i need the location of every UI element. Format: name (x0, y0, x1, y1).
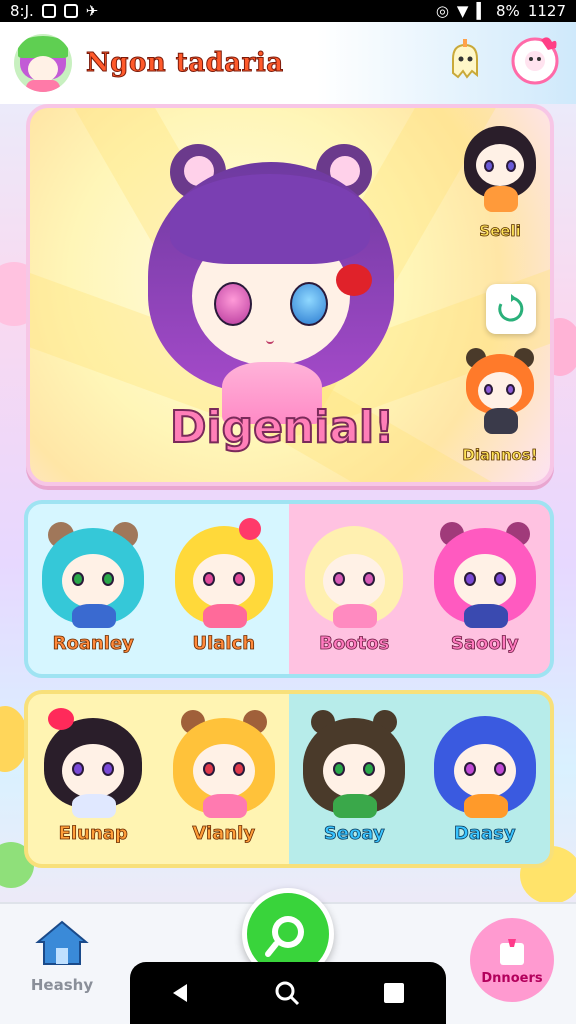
magnifier-icon (265, 916, 304, 957)
character-grid-row-1: Roanley Ulalch Bootos Saooly (24, 500, 554, 678)
character-name: Ulalch (192, 633, 256, 655)
side-character-2-label: Diannos! (462, 446, 538, 465)
character-name: Roanley (52, 633, 134, 655)
house-icon (35, 920, 89, 965)
character-card[interactable]: Seoay (289, 694, 420, 864)
flower-icon[interactable] (508, 34, 562, 88)
character-card[interactable]: Saooly (420, 504, 551, 674)
character-name: Elunap (58, 823, 128, 845)
dancers-icon (500, 938, 524, 965)
back-icon[interactable] (169, 981, 193, 1005)
character-grid-row-2: Elunap Vianly Seoay Daasy (24, 690, 554, 868)
notification-icon (41, 4, 56, 18)
character-name: Bootos (319, 633, 390, 655)
app-notification-icon (63, 4, 78, 18)
nav-home-label: Heashy (30, 976, 94, 994)
status-bar: 8:J. ✈ ◎ ▼ ▍ 8% 1127 (0, 0, 576, 22)
character-card[interactable]: Roanley (28, 504, 159, 674)
character-card[interactable]: Vianly (159, 694, 290, 864)
character-card[interactable]: Daasy (420, 694, 551, 864)
app-title: Ngon tadaria (86, 48, 284, 79)
nav-dancers-label: Dnnoers (481, 970, 543, 986)
system-navigation-bar (130, 962, 446, 1024)
wifi-icon: ▼ (456, 2, 469, 20)
home-circle-icon[interactable] (272, 978, 302, 1008)
app-header: Ngon tadaria (0, 22, 576, 104)
user-avatar[interactable] (14, 34, 72, 92)
battery-text: 8% (496, 2, 520, 20)
recents-icon[interactable] (381, 980, 407, 1006)
alarm-icon: ◎ (435, 2, 449, 20)
character-name: Daasy (453, 823, 516, 845)
nav-dancers-button[interactable]: Dnnoers (470, 918, 554, 1002)
character-card[interactable]: Ulalch (159, 504, 290, 674)
featured-character-name: Digenial! (169, 401, 395, 454)
character-name: Saooly (450, 633, 519, 655)
featured-character-card[interactable]: Digenial! Seeli Diannos! (26, 104, 554, 486)
refresh-icon[interactable] (486, 284, 536, 334)
side-character-2[interactable]: Diannos! (452, 344, 548, 464)
side-character-1-label: Seeli (479, 222, 521, 241)
character-name: Vianly (192, 823, 256, 845)
ghost-icon[interactable] (438, 34, 492, 88)
character-card[interactable]: Bootos (289, 504, 420, 674)
nav-home-button[interactable]: Heashy (20, 918, 104, 994)
side-character-1[interactable]: Seeli (452, 120, 548, 240)
featured-character (140, 134, 400, 424)
signal-icon: ▍ (476, 2, 489, 20)
character-card[interactable]: Elunap (28, 694, 159, 864)
plane-icon: ✈ (85, 2, 99, 20)
status-time-left: 8:J. (10, 2, 34, 20)
status-clock: 1127 (527, 2, 566, 20)
character-name: Seoay (323, 823, 385, 845)
